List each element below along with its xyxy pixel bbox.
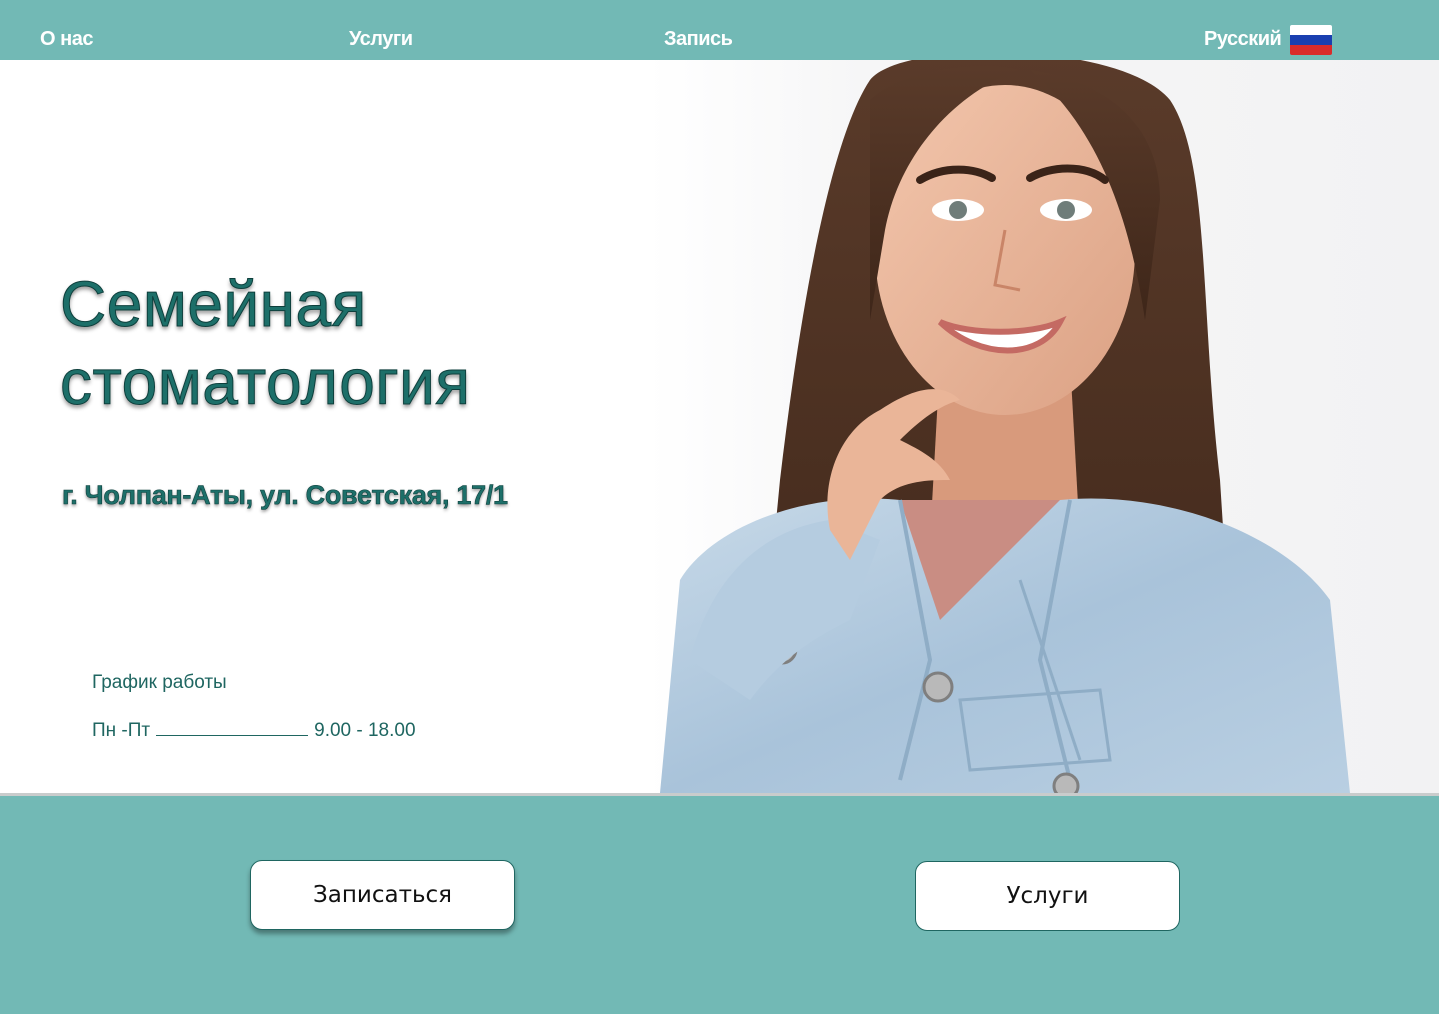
schedule-days: Пн -Пт	[92, 720, 151, 741]
russia-flag-icon[interactable]	[1290, 25, 1332, 55]
schedule-divider-line	[156, 735, 309, 736]
language-selector-label[interactable]: Русский	[1204, 28, 1282, 51]
schedule-row: Пн -Пт 9.00 - 18.00	[92, 720, 416, 742]
nav-link-about[interactable]: О нас	[40, 28, 93, 51]
schedule-hours: 9.00 - 18.00	[314, 720, 416, 741]
book-appointment-button[interactable]: Записаться	[250, 860, 515, 930]
schedule-heading: График работы	[92, 672, 227, 693]
services-button[interactable]: Услуги	[915, 861, 1180, 931]
hero-section: Семейная стоматология г. Чолпан-Аты, ул.…	[0, 60, 1439, 793]
page-title-line-1: Семейная	[60, 268, 367, 341]
nav-link-services[interactable]: Услуги	[349, 28, 413, 51]
top-navigation-bar: О нас Услуги Запись Русский	[0, 0, 1439, 60]
nav-link-booking[interactable]: Запись	[664, 28, 733, 51]
clinic-address: г. Чолпан-Аты, ул. Советская, 17/1	[62, 480, 509, 511]
hero-photo	[660, 60, 1350, 793]
page-title: Семейная стоматология	[60, 265, 471, 421]
actions-bar: Записаться Услуги	[0, 793, 1439, 1014]
page-title-line-2: стоматология	[60, 346, 471, 419]
